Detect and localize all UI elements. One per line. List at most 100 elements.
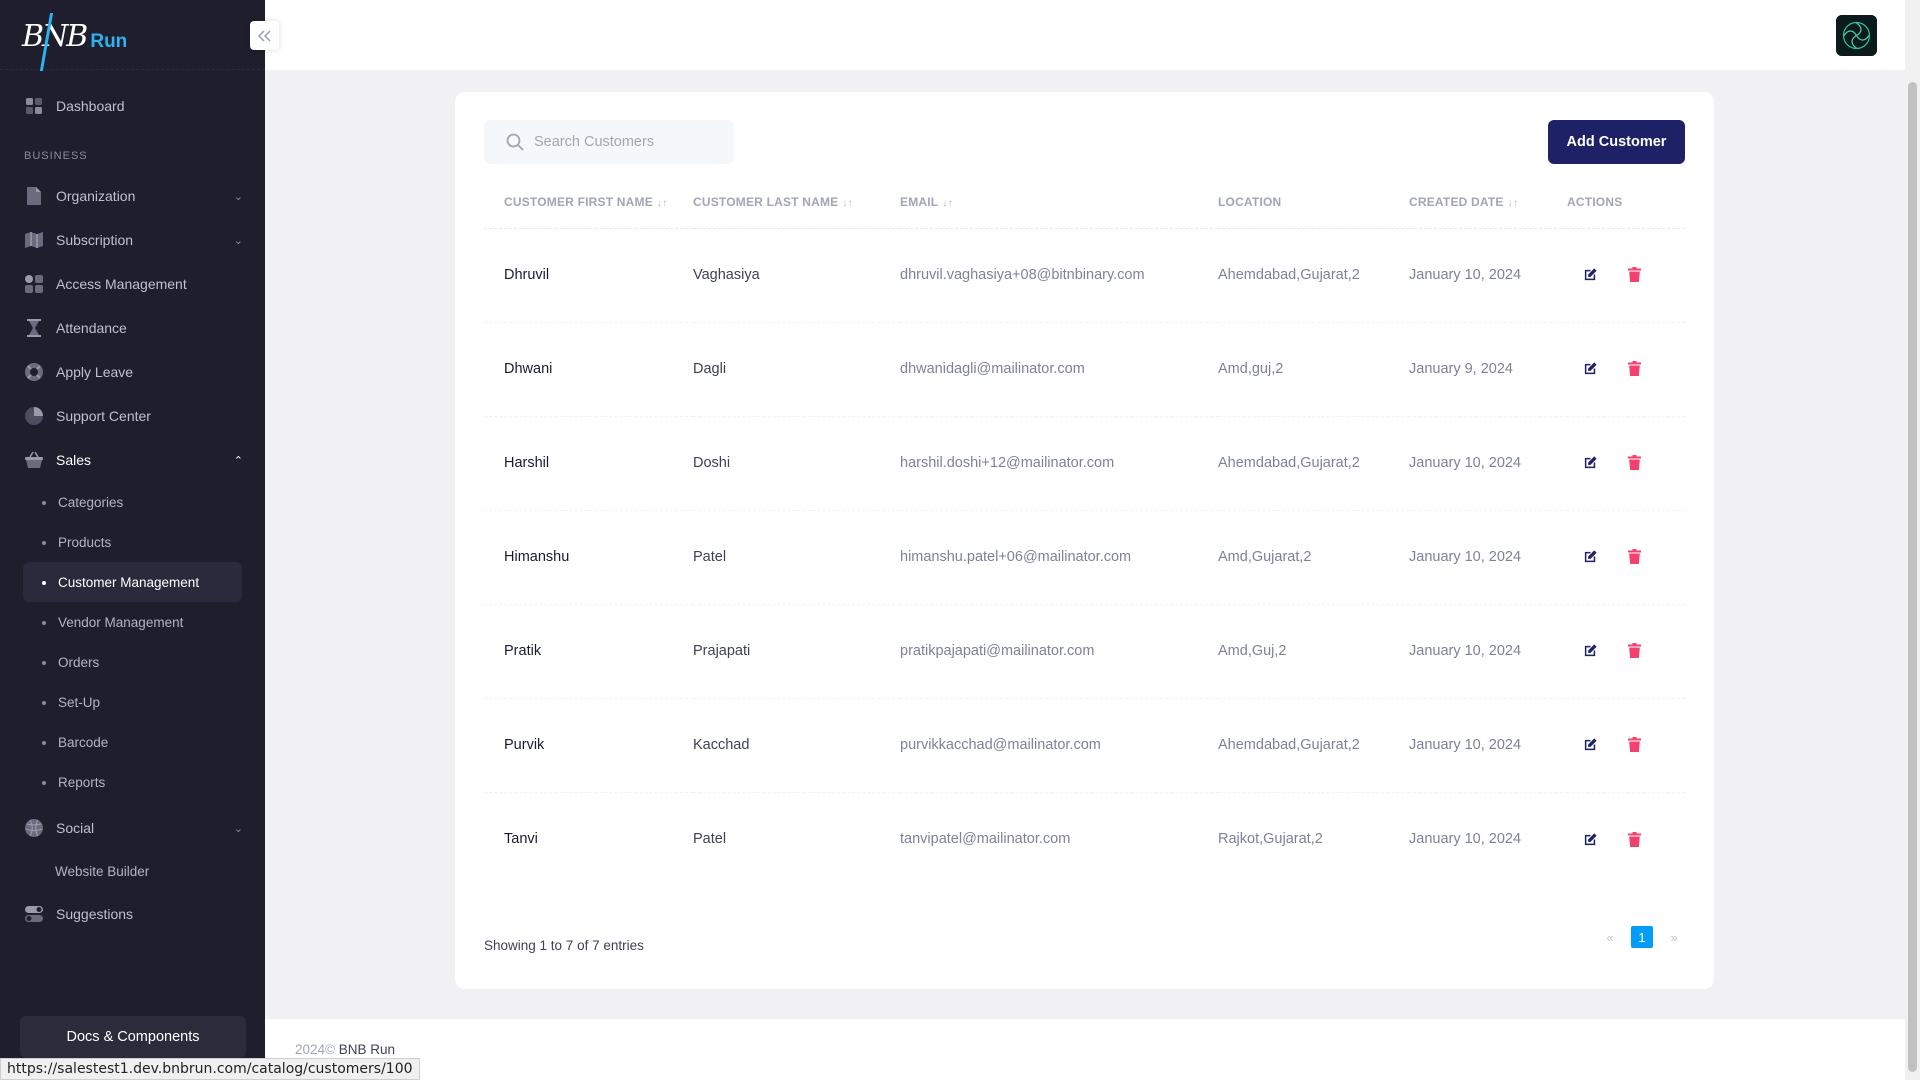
sidebar-subitem-orders[interactable]: Orders <box>0 642 265 682</box>
sidebar-subitem-categories[interactable]: Categories <box>0 482 265 522</box>
add-customer-button[interactable]: Add Customer <box>1548 120 1685 164</box>
cell-created-date: January 10, 2024 <box>1409 510 1567 605</box>
logo-mark: BNB <box>22 12 88 71</box>
cell-last-name: Vaghasiya <box>693 228 900 323</box>
header-email[interactable]: EMAIL ↓↑ <box>900 176 1218 229</box>
pagination-prev[interactable]: « <box>1599 930 1621 945</box>
cell-location: Rajkot,Gujarat,2 <box>1218 831 1323 848</box>
search-icon <box>506 133 524 151</box>
cell-actions <box>1567 416 1685 511</box>
cell-email: dhruvil.vaghasiya+08@bitnbinary.com <box>900 228 1218 323</box>
customers-table: CUSTOMER FIRST NAME ↓↑ CUSTOMER LAST NAME… <box>484 176 1685 886</box>
sidebar-collapse-button[interactable] <box>250 21 279 50</box>
edit-icon[interactable] <box>1579 358 1601 380</box>
cell-actions <box>1567 322 1685 417</box>
trash-icon[interactable] <box>1623 828 1645 850</box>
cell-created-date: January 10, 2024 <box>1409 228 1567 323</box>
cell-last-name: Kacchad <box>693 698 900 793</box>
top-header <box>265 0 1905 70</box>
docs-components-button[interactable]: Docs & Components <box>20 1016 246 1058</box>
avatar[interactable] <box>1836 15 1877 56</box>
scrollbar-thumb[interactable] <box>1908 82 1917 1072</box>
logo-text: BNB <box>22 18 88 54</box>
sidebar-subitem-barcode[interactable]: Barcode <box>0 722 265 762</box>
sidebar-subitem-products[interactable]: Products <box>0 522 265 562</box>
logo[interactable]: BNB Run <box>22 8 128 71</box>
cell-last-name: Doshi <box>693 416 900 511</box>
edit-icon[interactable] <box>1579 734 1601 756</box>
sidebar-item-subscription[interactable]: Subscription ⌄ <box>0 218 265 262</box>
sidebar-item-organization[interactable]: Organization ⌄ <box>0 174 265 218</box>
header-label: ACTIONS <box>1567 194 1623 209</box>
pagination-next[interactable]: » <box>1663 930 1685 945</box>
hourglass-icon <box>24 318 44 338</box>
table-row: Himanshu Patel himanshu.patel+06@mailinato… <box>484 510 1685 605</box>
cell-location: Amd,Gujarat,2 <box>1218 510 1409 605</box>
sidebar-item-apply-leave[interactable]: Apply Leave <box>0 350 265 394</box>
header-last-name[interactable]: CUSTOMER LAST NAME ↓↑ <box>693 176 900 229</box>
header-label: CUSTOMER LAST NAME <box>693 194 839 209</box>
chevron-down-icon: ⌄ <box>233 234 243 247</box>
sidebar-item-label: Attendance <box>56 320 127 336</box>
logo-run-text: Run <box>90 31 128 52</box>
header-created-date[interactable]: CREATED DATE ↓↑ <box>1409 176 1567 229</box>
trash-icon[interactable] <box>1623 734 1645 756</box>
edit-icon[interactable] <box>1579 452 1601 474</box>
sidebar-subitem-reports[interactable]: Reports <box>0 762 265 802</box>
cell-email: pratikpajapati@mailinator.com <box>900 604 1218 699</box>
search-box[interactable] <box>484 120 734 164</box>
cell-email: dhwanidagli@mailinator.com <box>900 322 1218 417</box>
copyright: 2024© BNB Run <box>295 1042 395 1057</box>
edit-icon[interactable] <box>1579 264 1601 286</box>
cell-first-name: Himanshu <box>484 510 693 605</box>
cell-first-name: Purvik <box>484 698 693 793</box>
logo-area: BNB Run <box>0 0 265 71</box>
trash-icon[interactable] <box>1623 640 1645 662</box>
edit-icon[interactable] <box>1579 828 1601 850</box>
sidebar-item-access-management[interactable]: Access Management <box>0 262 265 306</box>
sidebar-item-social[interactable]: Social ⌄ <box>0 806 265 850</box>
sidebar-item-attendance[interactable]: Attendance <box>0 306 265 350</box>
edit-icon[interactable] <box>1579 546 1601 568</box>
chart-pie-icon <box>24 406 44 426</box>
trash-icon[interactable] <box>1623 264 1645 286</box>
cell-last-name: Patel <box>693 510 900 605</box>
pagination-page[interactable]: 1 <box>1631 926 1653 948</box>
copyright-brand-link[interactable]: BNB Run <box>339 1042 395 1057</box>
trash-icon[interactable] <box>1623 452 1645 474</box>
sidebar-item-sales[interactable]: Sales ⌃ <box>0 438 265 482</box>
sidebar-item-label: Organization <box>56 188 136 204</box>
sidebar-item-label: Subscription <box>56 232 134 248</box>
cell-created-date: January 10, 2024 <box>1409 416 1567 511</box>
dashboard-icon <box>24 96 44 116</box>
table-row: Purvik Kacchad purvikkacchad@mailinator.co… <box>484 698 1685 793</box>
sidebar-subitem-vendor-management[interactable]: Vendor Management <box>0 602 265 642</box>
sidebar-item-dashboard[interactable]: Dashboard <box>0 84 265 128</box>
header-label: LOCATION <box>1218 194 1282 209</box>
trash-icon[interactable] <box>1623 358 1645 380</box>
trash-icon[interactable] <box>1623 546 1645 568</box>
cell-created-date: January 9, 2024 <box>1409 322 1567 417</box>
double-chevron-left-icon <box>257 29 271 42</box>
sidebar-item-support-center[interactable]: Support Center <box>0 394 265 438</box>
chevron-down-icon: ⌄ <box>233 190 243 203</box>
lifebuoy-icon <box>24 362 44 382</box>
page-scrollbar[interactable] <box>1905 0 1920 1080</box>
cell-location: Ahemdabad,Gujarat,2 <box>1218 698 1409 793</box>
edit-icon[interactable] <box>1579 640 1601 662</box>
sidebar-subitem-set-up[interactable]: Set-Up <box>0 682 265 722</box>
sidebar-item-suggestions[interactable]: Suggestions <box>0 892 265 936</box>
sort-icon: ↓↑ <box>942 197 953 209</box>
cell-location: Ahemdabad,Gujarat,2 <box>1218 228 1409 323</box>
cell-last-name: Patel <box>693 831 727 848</box>
sidebar-item-label: Access Management <box>56 276 187 292</box>
cell-actions <box>1567 228 1685 323</box>
sidebar-subitem-website-builder[interactable]: Website Builder <box>0 850 265 892</box>
sidebar-menu: Dashboard BUSINESS Organization ⌄ Subscr… <box>0 70 265 936</box>
sidebar-subitem-customer-management[interactable]: Customer Management <box>23 562 242 602</box>
header-first-name[interactable]: CUSTOMER FIRST NAME ↓↑ <box>484 176 693 229</box>
search-input[interactable] <box>534 134 724 150</box>
pagination: « 1 » <box>1599 926 1685 948</box>
table-row: Dhwani Dagli dhwanidagli@mailinator.com Amd… <box>484 322 1685 417</box>
cell-created-date: January 10, 2024 <box>1409 698 1567 793</box>
